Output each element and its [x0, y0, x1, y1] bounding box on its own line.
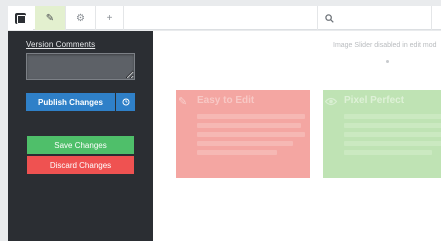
text-placeholder — [197, 123, 301, 128]
discard-changes-button[interactable]: Discard Changes — [27, 156, 134, 174]
slider-disabled-notice: Image Slider disabled in edit mod — [333, 42, 437, 49]
publish-options-button[interactable] — [116, 93, 135, 111]
editor-sidebar: Version Comments Publish Changes Save Ch… — [8, 31, 153, 241]
search-button[interactable] — [317, 6, 441, 30]
feature-card-title: Pixel Perfect — [344, 95, 405, 106]
logo-icon — [15, 12, 26, 24]
slider-pagination-dot[interactable] — [386, 60, 389, 63]
text-placeholder — [197, 132, 305, 137]
version-comments-label: Version Comments — [26, 40, 96, 49]
feature-card-title: Easy to Edit — [197, 95, 255, 106]
logo-button[interactable] — [8, 6, 33, 30]
text-placeholder — [197, 150, 277, 155]
add-button[interactable]: + — [95, 6, 124, 30]
clock-icon — [121, 98, 130, 106]
publish-changes-button[interactable]: Publish Changes — [26, 93, 115, 111]
top-toolbar: ✎ ⚙ + — [8, 6, 441, 30]
pencil-icon: ✎ — [178, 96, 188, 108]
text-placeholder — [344, 123, 441, 128]
version-comments-input[interactable] — [26, 53, 135, 80]
text-placeholder — [344, 150, 432, 155]
edit-mode-button[interactable]: ✎ — [35, 6, 65, 30]
toolbar-overflow-button[interactable] — [431, 6, 441, 30]
pencil-icon: ✎ — [45, 12, 55, 24]
eye-icon — [325, 97, 337, 106]
plus-icon: + — [106, 12, 113, 24]
text-placeholder — [344, 114, 441, 119]
text-placeholder — [197, 141, 293, 146]
gear-icon: ⚙ — [76, 12, 85, 24]
feature-card-easy-to-edit[interactable]: ✎ Easy to Edit — [176, 90, 310, 178]
text-placeholder — [344, 141, 441, 146]
text-placeholder — [197, 114, 305, 119]
page-canvas: Image Slider disabled in edit mod ✎ Easy… — [153, 31, 441, 241]
save-changes-button[interactable]: Save Changes — [27, 136, 134, 154]
search-icon — [325, 13, 334, 23]
settings-button[interactable]: ⚙ — [65, 6, 95, 30]
text-placeholder — [344, 132, 441, 137]
feature-card-pixel-perfect[interactable]: Pixel Perfect — [323, 90, 441, 178]
